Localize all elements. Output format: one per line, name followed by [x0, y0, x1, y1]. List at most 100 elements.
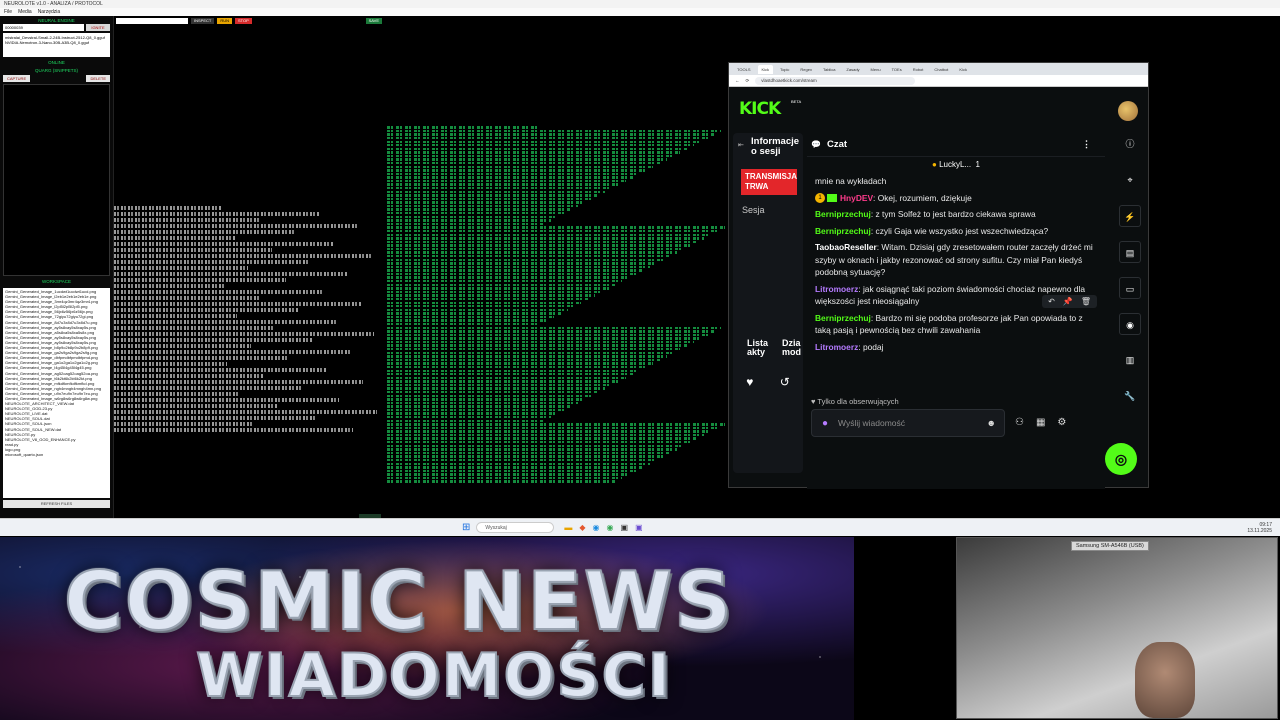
log-line: [387, 430, 711, 433]
browser-tab[interactable]: TOEs: [888, 65, 906, 74]
info-icon[interactable]: ⓘ: [1119, 133, 1141, 155]
emoji-icon[interactable]: ☻: [987, 418, 996, 428]
chat-username[interactable]: TaobaoReseller: [815, 242, 877, 252]
snippets-area[interactable]: [3, 84, 110, 276]
pin-icon[interactable]: 📌: [1063, 297, 1073, 306]
workspace-file-list[interactable]: Gemini_Generated_Image_1ucdwt1ucdwt1ucd.…: [3, 288, 110, 498]
community-icon[interactable]: ⚇: [1015, 417, 1024, 428]
chat-message[interactable]: Litromoerz: podaj: [807, 339, 1105, 356]
chat-username[interactable]: Berniprzechuj: [815, 209, 871, 219]
brave-browser-icon[interactable]: ◆: [579, 523, 585, 532]
reload-icon[interactable]: ⟳: [746, 78, 750, 84]
microphone-icon[interactable]: ●: [822, 418, 828, 429]
browser-tab[interactable]: Tablica: [819, 65, 839, 74]
tab-activity-list[interactable]: Lista akty: [733, 339, 768, 357]
document-icon[interactable]: ▤: [1119, 241, 1141, 263]
more-options-icon[interactable]: ⋮: [1082, 139, 1091, 150]
workspace-file-item[interactable]: Gemini_Generated_Image_ay5s8xay5s8xay5s.…: [5, 325, 108, 330]
ascii-output-line: [114, 284, 224, 288]
refresh-files-button[interactable]: REFRESH FILES: [3, 500, 110, 508]
browser-tab[interactable]: TOOLS: [733, 65, 755, 74]
layout-icon[interactable]: ▥: [1119, 349, 1141, 371]
menu-file[interactable]: File: [4, 8, 12, 16]
chat-message-text: czyli Gaja wie wszystko jest wszechwiedz…: [875, 225, 1049, 236]
chat-message[interactable]: mnie na wykładach: [807, 173, 1105, 190]
taskbar-search[interactable]: Wyszukaj: [476, 522, 555, 533]
mid-command-input[interactable]: [116, 18, 188, 24]
workspace-file-item[interactable]: Gemini_Generated_Image_ag52oag52oag52oa.…: [5, 371, 108, 376]
target-icon[interactable]: ⌖: [1119, 169, 1141, 191]
chat-message-input[interactable]: ● Wyślij wiadomość ☻: [811, 409, 1005, 437]
browser-tab[interactable]: Kick: [757, 64, 774, 74]
edge-browser-icon[interactable]: ◉: [593, 523, 600, 532]
chat-message[interactable]: Berniprzechuj: Bardzo mi się podoba prof…: [807, 310, 1105, 339]
menu-tools[interactable]: Narzędzia: [38, 8, 61, 16]
history-icon[interactable]: ↺: [780, 375, 790, 389]
browser-tab[interactable]: Chatbot: [930, 65, 952, 74]
file-explorer-icon[interactable]: ▬: [564, 523, 572, 532]
log-line: [387, 258, 664, 261]
engine-input[interactable]: 00000039: [3, 24, 84, 31]
kick-logo[interactable]: KICK: [739, 99, 781, 119]
lightning-icon[interactable]: ⚡: [1119, 205, 1141, 227]
log-line: [387, 330, 715, 333]
stop-button[interactable]: STOP: [235, 18, 252, 24]
chat-message[interactable]: TaobaoReseller: Witam. Dzisiaj gdy zrese…: [807, 239, 1105, 281]
back-icon[interactable]: ←: [735, 78, 740, 83]
chat-message[interactable]: 1 HnyDEV: Okej, rozumiem, dziękuje: [807, 190, 1105, 207]
wrench-icon[interactable]: 🔧: [1119, 385, 1141, 407]
log-line: [387, 201, 585, 204]
ascii-output-line: [114, 356, 289, 360]
log-line: [387, 355, 667, 358]
workspace-file-item[interactable]: Gemini_Generated_Image_8d7u3x8d7u3x8d7u.…: [5, 320, 108, 325]
model-list[interactable]: mistralai_Devstral-Small-2-24B-Instruct-…: [3, 33, 110, 57]
browser-tab[interactable]: Zasady: [842, 65, 863, 74]
broadcast-icon[interactable]: ◉: [1119, 313, 1141, 335]
workspace-file-item[interactable]: microsoft_quarto.json: [5, 452, 108, 457]
log-line: [387, 297, 589, 301]
delete-button[interactable]: DELETE: [86, 75, 110, 82]
browser-tab[interactable]: Topic: [776, 65, 793, 74]
chat-username[interactable]: Litromoerz: [815, 342, 858, 352]
browser-tab[interactable]: Kick: [955, 65, 971, 74]
workspace-file-item[interactable]: Gemini_Generated_Image_72giyu72giyu72gi.…: [5, 314, 108, 319]
chat-message[interactable]: Berniprzechuj: z tym Solfeż to jest bard…: [807, 206, 1105, 223]
settings-gear-icon[interactable]: ⚙: [1057, 417, 1066, 428]
collapse-arrow-icon[interactable]: ⇤: [738, 141, 744, 149]
user-avatar[interactable]: [1118, 101, 1138, 121]
capture-button[interactable]: CAPTURE: [3, 75, 31, 82]
ignite-button[interactable]: IGNITE: [86, 24, 110, 31]
chat-icon[interactable]: ▭: [1119, 277, 1141, 299]
chrome-browser-icon[interactable]: ◉: [607, 523, 614, 532]
save-button[interactable]: SAVE: [365, 18, 382, 24]
gift-icon[interactable]: ▦: [1036, 417, 1045, 428]
chat-username[interactable]: HnyDEV: [840, 193, 873, 203]
stream-action-button[interactable]: ◎: [1105, 443, 1137, 475]
chat-message[interactable]: Berniprzechuj: czyli Gaja wie wszystko j…: [807, 223, 1105, 240]
terminal-icon[interactable]: ▣: [621, 523, 629, 532]
chat-username[interactable]: Litromoerz: [815, 284, 858, 294]
chat-username[interactable]: Berniprzechuj: [815, 313, 871, 323]
app-icon[interactable]: ▣: [635, 523, 643, 532]
chat-username[interactable]: Berniprzechuj: [815, 226, 871, 236]
reply-icon[interactable]: ↶: [1048, 297, 1055, 306]
system-tray[interactable]: 09:17 13.11.2025: [1247, 522, 1272, 534]
log-line: [387, 473, 630, 476]
browser-tab[interactable]: Menu: [867, 65, 885, 74]
browser-tab[interactable]: Robot: [909, 65, 928, 74]
menu-media[interactable]: Media: [18, 8, 32, 16]
heart-icon[interactable]: ♥: [746, 375, 753, 389]
inspect-button[interactable]: INSPECT: [191, 18, 215, 24]
url-field[interactable]: vlastdhoaetkick.com/stream: [755, 76, 916, 85]
run-button[interactable]: RUN: [217, 18, 233, 24]
log-line: [387, 154, 674, 158]
tab-mod-actions[interactable]: Dzia mod: [768, 339, 803, 357]
trash-icon[interactable]: 🗑: [1081, 297, 1091, 306]
browser-tab[interactable]: Regex: [796, 65, 816, 74]
pinned-gifter[interactable]: ● LuckyL... 1: [807, 157, 1105, 173]
chat-message-text: podaj: [862, 341, 884, 352]
session-item[interactable]: Sesja: [733, 195, 803, 215]
windows-start-icon[interactable]: ⊞: [462, 522, 470, 533]
log-line: [387, 169, 647, 172]
ascii-output-line: [114, 302, 361, 306]
